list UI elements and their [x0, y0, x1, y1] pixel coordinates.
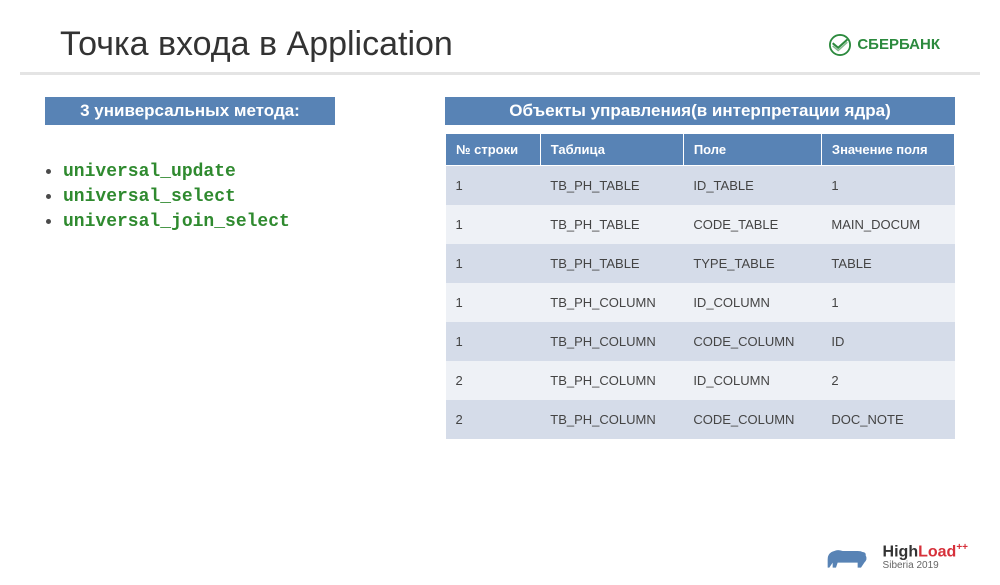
table-header-title: Объекты управления(в интерпретации ядра): [445, 97, 955, 125]
list-item: universal_update: [63, 160, 415, 182]
brand-text: СБЕРБАНК: [857, 36, 940, 53]
table-cell: TB_PH_COLUMN: [540, 283, 683, 322]
highload-sub: Siberia 2019: [883, 560, 968, 571]
table-row: 2TB_PH_COLUMNID_COLUMN2: [446, 361, 955, 400]
table-cell: 2: [446, 400, 541, 439]
page-title: Точка входа в Application: [60, 25, 453, 64]
methods-header: 3 универсальных метода:: [45, 97, 335, 125]
col-header: Таблица: [540, 134, 683, 166]
list-item: universal_select: [63, 185, 415, 207]
table-cell: TB_PH_TABLE: [540, 166, 683, 206]
method-name: universal_update: [63, 162, 236, 182]
highload-plus: ++: [956, 542, 968, 553]
table-cell: 1: [446, 283, 541, 322]
table-cell: 2: [446, 361, 541, 400]
table-cell: 1: [446, 322, 541, 361]
table-cell: 2: [821, 361, 954, 400]
footer-logo: HighLoad++ Siberia 2019: [821, 541, 968, 573]
table-cell: TB_PH_TABLE: [540, 205, 683, 244]
objects-table: № строки Таблица Поле Значение поля 1TB_…: [445, 133, 955, 439]
table-cell: TABLE: [821, 244, 954, 283]
method-name: universal_select: [63, 187, 236, 207]
methods-list: universal_update universal_select univer…: [45, 160, 415, 232]
table-cell: ID: [821, 322, 954, 361]
table-row: 1TB_PH_TABLECODE_TABLEMAIN_DOCUM: [446, 205, 955, 244]
bear-icon: [821, 541, 871, 573]
table-cell: ID_TABLE: [683, 166, 821, 206]
table-cell: ID_COLUMN: [683, 283, 821, 322]
table-cell: TB_PH_COLUMN: [540, 361, 683, 400]
table-cell: DOC_NOTE: [821, 400, 954, 439]
col-header: № строки: [446, 134, 541, 166]
table-cell: 1: [821, 166, 954, 206]
table-row: 1TB_PH_TABLETYPE_TABLETABLE: [446, 244, 955, 283]
list-item: universal_join_select: [63, 210, 415, 232]
highload-high: High: [883, 543, 919, 560]
table-cell: 1: [446, 166, 541, 206]
table-cell: 1: [446, 244, 541, 283]
sberbank-icon: [829, 34, 851, 56]
divider: [20, 72, 980, 75]
table-cell: MAIN_DOCUM: [821, 205, 954, 244]
table-row: 1TB_PH_COLUMNID_COLUMN1: [446, 283, 955, 322]
col-header: Поле: [683, 134, 821, 166]
table-cell: TB_PH_COLUMN: [540, 322, 683, 361]
table-cell: ID_COLUMN: [683, 361, 821, 400]
table-cell: 1: [446, 205, 541, 244]
table-cell: CODE_COLUMN: [683, 322, 821, 361]
table-cell: TYPE_TABLE: [683, 244, 821, 283]
table-row: 1TB_PH_COLUMNCODE_COLUMNID: [446, 322, 955, 361]
table-cell: CODE_COLUMN: [683, 400, 821, 439]
highload-load: Load: [918, 543, 956, 560]
table-cell: TB_PH_COLUMN: [540, 400, 683, 439]
method-name: universal_join_select: [63, 212, 290, 232]
col-header: Значение поля: [821, 134, 954, 166]
table-cell: 1: [821, 283, 954, 322]
table-cell: CODE_TABLE: [683, 205, 821, 244]
table-row: 1TB_PH_TABLEID_TABLE1: [446, 166, 955, 206]
table-cell: TB_PH_TABLE: [540, 244, 683, 283]
highload-brand: HighLoad++ Siberia 2019: [883, 543, 968, 571]
table-row: 2TB_PH_COLUMNCODE_COLUMNDOC_NOTE: [446, 400, 955, 439]
brand-logo: СБЕРБАНК: [829, 34, 940, 56]
